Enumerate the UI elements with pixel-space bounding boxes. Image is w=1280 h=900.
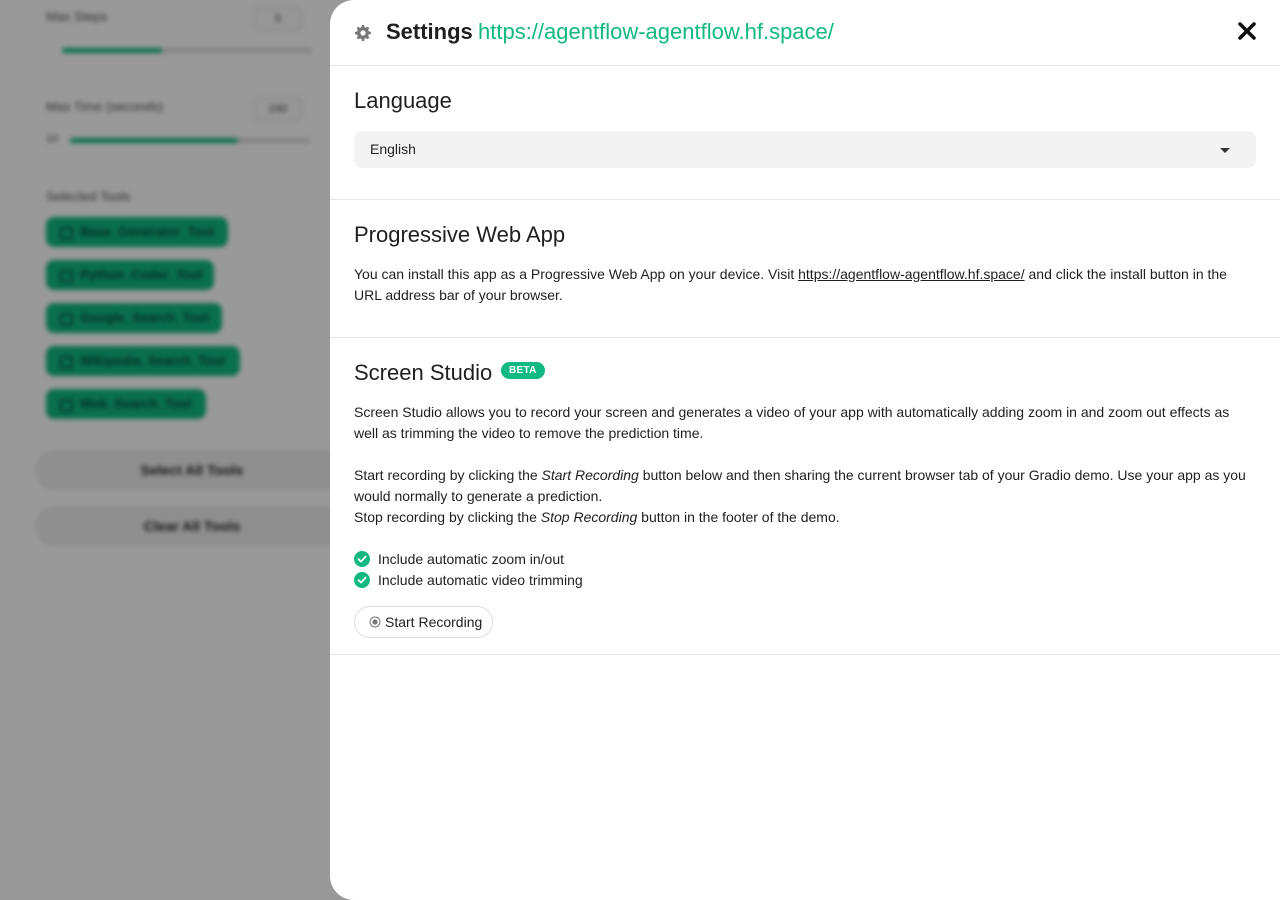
start-recording-button[interactable]: Start Recording: [354, 606, 493, 638]
language-selected-value: English: [370, 141, 416, 157]
screen-studio-section: Screen Studio BETA Screen Studio allows …: [330, 338, 1280, 655]
screen-studio-title: Screen Studio: [354, 360, 493, 385]
language-section: Language English: [330, 66, 1280, 200]
gear-icon: [355, 25, 371, 41]
pwa-description: You can install this app as a Progressiv…: [354, 264, 1256, 306]
start-recording-label: Start Recording: [385, 614, 483, 630]
p3-after: button in the footer of the demo.: [637, 509, 840, 525]
check-circle-icon: [354, 551, 370, 567]
beta-badge: BETA: [501, 362, 545, 379]
pwa-link[interactable]: https://agentflow-agentflow.hf.space/: [798, 266, 1024, 282]
start-recording-instructions: Start recording by clicking the Start Re…: [354, 465, 1256, 507]
caret-down-icon: [1220, 148, 1230, 153]
language-title: Language: [354, 88, 452, 113]
settings-title: Settings: [386, 19, 473, 44]
settings-panel: Settings https://agentflow-agentflow.hf.…: [330, 0, 1280, 900]
record-icon: [369, 616, 381, 628]
zoom-checkbox-label: Include automatic zoom in/out: [378, 551, 564, 567]
p3-before: Stop recording by clicking the: [354, 509, 541, 525]
settings-url: https://agentflow-agentflow.hf.space/: [478, 19, 834, 44]
pwa-section: Progressive Web App You can install this…: [330, 200, 1280, 338]
language-select[interactable]: English: [354, 131, 1256, 168]
close-icon[interactable]: [1238, 22, 1256, 40]
screen-studio-description: Screen Studio allows you to record your …: [354, 404, 1230, 441]
stop-recording-instructions: Stop recording by clicking the Stop Reco…: [354, 507, 1256, 528]
check-circle-icon: [354, 572, 370, 588]
p2-emphasis: Start Recording: [541, 467, 639, 483]
trim-checkbox[interactable]: Include automatic video trimming: [354, 571, 614, 589]
pwa-title: Progressive Web App: [354, 222, 566, 247]
pwa-text-before: You can install this app as a Progressiv…: [354, 266, 799, 282]
zoom-checkbox[interactable]: Include automatic zoom in/out: [354, 550, 614, 568]
settings-header: Settings https://agentflow-agentflow.hf.…: [330, 0, 1280, 66]
trim-checkbox-label: Include automatic video trimming: [378, 572, 583, 588]
p2-before: Start recording by clicking the: [354, 467, 542, 483]
p3-emphasis: Stop Recording: [540, 509, 638, 525]
